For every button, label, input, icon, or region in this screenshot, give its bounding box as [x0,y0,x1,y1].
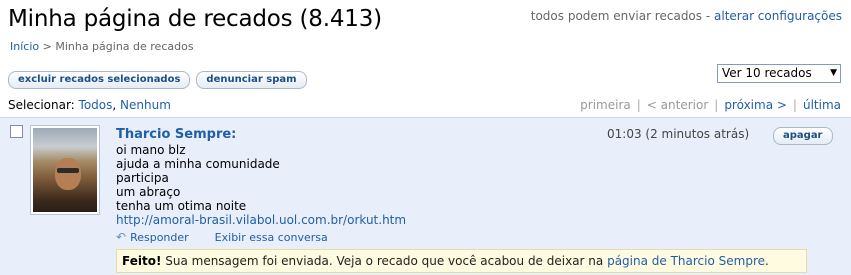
pager-last-link[interactable]: última [803,98,841,112]
message-line: participa [116,171,169,185]
avatar[interactable] [30,125,100,215]
reply-icon: ↶ [116,230,127,244]
permissions-bar: todos podem enviar recados - alterar con… [531,9,842,23]
pager-separator: | [636,98,641,112]
select-all-link[interactable]: Todos [79,98,113,112]
view-count-value: Ver 10 recados [722,66,812,80]
settings-link[interactable]: alterar configurações [714,9,842,23]
pagination: primeira | < anterior | próxima > | última [580,98,841,112]
delete-selected-button[interactable]: excluir recados selecionados [8,71,191,89]
permission-text: todos podem enviar recados [530,9,703,23]
success-notice: Feito! Sua mensagem foi enviada. Veja o … [116,249,807,273]
breadcrumb-current: Minha página de recados [55,40,194,53]
view-count-select[interactable]: Ver 10 recados ▼ [717,64,841,83]
scrap-toolbar: excluir recados selecionados denunciar sp… [8,67,313,89]
scrap-actions: ↶ Responder Exibir essa conversa [116,230,328,244]
message-line: oi mano blz [116,143,186,157]
notice-end: . [765,254,769,268]
selection-controls: Selecionar: Todos, Nenhum [8,98,171,112]
scrap-item: Tharcio Sempre: 01:03 (2 minutos atrás) … [0,117,851,275]
pager-separator: | [714,98,719,112]
avatar-face-shape [55,158,81,190]
select-label: Selecionar: [8,98,79,112]
delete-scrap-button[interactable]: apagar [773,127,833,145]
breadcrumb: Início > Minha página de recados [10,40,194,53]
pager-first: primeira [580,98,631,112]
report-spam-button[interactable]: denunciar spam [196,71,307,89]
select-none-link[interactable]: Nenhum [120,98,171,112]
scrap-timestamp: 01:03 (2 minutos atrás) [607,127,750,141]
pager-next-link[interactable]: próxima > [724,98,787,112]
scrap-message: oi mano blz ajuda a minha comunidade par… [116,143,406,227]
dropdown-arrow-icon: ▼ [830,68,837,78]
message-line: tenha um otima noite [116,199,247,213]
pager-prev: < anterior [646,98,709,112]
breadcrumb-home-link[interactable]: Início [10,40,39,53]
scrap-checkbox[interactable] [10,125,23,138]
message-url-link[interactable]: http://amoral-brasil.vilabol.uol.com.br/… [116,213,406,227]
message-line: ajuda a minha comunidade [116,157,280,171]
notice-bold: Feito! [122,254,162,268]
avatar-glasses-shape [57,168,79,173]
reply-link[interactable]: Responder [130,231,189,244]
scrap-author-link[interactable]: Tharcio Sempre: [116,127,236,142]
breadcrumb-separator: > [39,40,56,53]
select-comma: , [112,98,121,112]
avatar-photo [33,128,97,212]
message-line: um abraço [116,185,181,199]
page-title: Minha página de recados (8.413) [8,6,382,32]
permission-separator: - [702,9,714,23]
notice-text: Sua mensagem foi enviada. Veja o recado … [161,254,608,268]
show-conversation-link[interactable]: Exibir essa conversa [215,231,328,244]
notice-profile-link[interactable]: página de Tharcio Sempre [607,254,765,268]
pager-separator: | [792,98,797,112]
